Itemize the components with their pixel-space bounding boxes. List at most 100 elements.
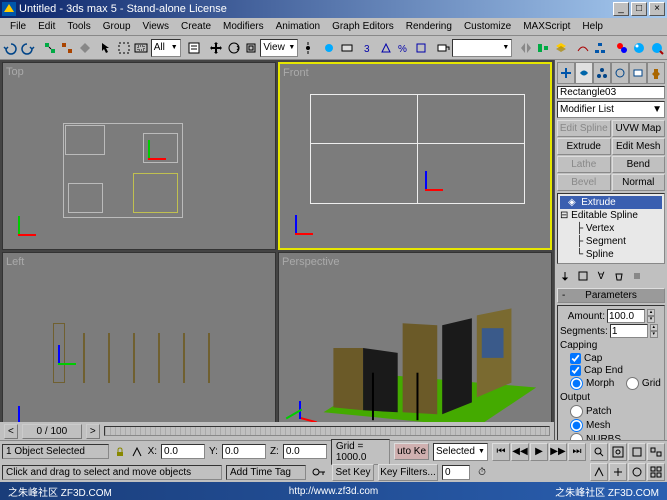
scale-button[interactable] [243, 38, 260, 58]
select-window-button[interactable] [133, 38, 150, 58]
segments-spinner[interactable]: ▴▾ [650, 324, 658, 338]
keymode-dropdown[interactable]: Selected [433, 443, 488, 461]
bend-button[interactable]: Bend [612, 156, 666, 173]
viewport-top[interactable]: Top [2, 62, 276, 250]
menu-animation[interactable]: Animation [270, 20, 326, 33]
pan-button[interactable] [609, 463, 627, 481]
amount-spinner[interactable]: ▴▾ [647, 309, 655, 323]
menu-create[interactable]: Create [175, 20, 217, 33]
play-button[interactable]: ▶ [530, 443, 548, 461]
menu-maxscript[interactable]: MAXScript [517, 20, 576, 33]
modifier-stack[interactable]: ◈ Extrude ⊟ Editable Spline ├ Vertex ├ S… [557, 193, 665, 264]
hierarchy-tab[interactable] [593, 62, 611, 84]
keyfilters-button[interactable]: Key Filters... [378, 464, 438, 481]
undo-button[interactable] [2, 38, 19, 58]
bevel-button[interactable]: Bevel [557, 174, 611, 191]
menu-rendering[interactable]: Rendering [400, 20, 458, 33]
spinner-snap-button[interactable] [413, 38, 430, 58]
zoom-extents-all-button[interactable] [647, 443, 665, 461]
make-unique-button[interactable]: ∀ [593, 268, 609, 284]
menu-customize[interactable]: Customize [458, 20, 517, 33]
ref-coord-dropdown[interactable]: View [260, 39, 298, 57]
segments-field[interactable] [610, 324, 648, 338]
autokey-button[interactable]: uto Ke [394, 443, 429, 460]
display-tab[interactable] [629, 62, 647, 84]
schematic-button[interactable] [592, 38, 609, 58]
amount-field[interactable] [607, 309, 645, 323]
modify-tab[interactable] [575, 62, 593, 84]
menu-tools[interactable]: Tools [61, 20, 96, 33]
normal-button[interactable]: Normal [612, 174, 666, 191]
move-button[interactable] [208, 38, 225, 58]
viewport-front[interactable]: Front [278, 62, 552, 250]
current-frame-field[interactable] [442, 465, 470, 480]
abs-transform-button[interactable] [130, 444, 143, 460]
next-frame-button[interactable]: ▶▶ [549, 443, 567, 461]
bind-button[interactable] [76, 38, 93, 58]
create-tab[interactable] [557, 62, 575, 84]
close-button[interactable]: × [649, 2, 665, 16]
lathe-button[interactable]: Lathe [557, 156, 611, 173]
extrude-button[interactable]: Extrude [557, 138, 611, 155]
editmesh-button[interactable]: Edit Mesh [612, 138, 666, 155]
named-selection-dropdown[interactable] [452, 39, 512, 57]
cap-end-checkbox[interactable] [570, 365, 581, 376]
minimize-button[interactable]: _ [613, 2, 629, 16]
select-region-button[interactable] [116, 38, 133, 58]
remove-modifier-button[interactable] [611, 268, 627, 284]
manipulate-button[interactable] [321, 38, 338, 58]
editspline-button[interactable]: Edit Spline [557, 120, 611, 137]
time-config-button[interactable]: ⏱ [474, 464, 490, 480]
menu-views[interactable]: Views [137, 20, 176, 33]
percent-snap-button[interactable]: % [395, 38, 412, 58]
menu-grapheditors[interactable]: Graph Editors [326, 20, 400, 33]
viewport-perspective[interactable]: Perspective [278, 252, 552, 440]
zoom-extents-button[interactable] [628, 443, 646, 461]
configure-sets-button[interactable] [629, 268, 645, 284]
motion-tab[interactable] [611, 62, 629, 84]
menu-modifiers[interactable]: Modifiers [217, 20, 270, 33]
morph-radio[interactable] [570, 377, 583, 390]
pin-stack-button[interactable] [557, 268, 573, 284]
snap-button[interactable]: 3 [360, 38, 377, 58]
goto-end-button[interactable]: ⏭ [568, 443, 586, 461]
minmax-viewport-button[interactable] [647, 463, 665, 481]
selection-filter-dropdown[interactable]: All [151, 39, 181, 57]
modifier-list-dropdown[interactable]: Modifier List▼ [557, 101, 665, 118]
rotate-button[interactable] [225, 38, 242, 58]
setkey-button[interactable]: Set Key [332, 464, 374, 481]
pivot-button[interactable] [299, 38, 316, 58]
show-result-button[interactable] [575, 268, 591, 284]
patch-radio[interactable] [570, 405, 583, 418]
keyboard-shortcut-button[interactable] [339, 38, 356, 58]
parameters-rollout-header[interactable]: Parameters [557, 288, 665, 303]
grid-radio[interactable] [626, 377, 639, 390]
link-button[interactable] [41, 38, 58, 58]
zoom-all-button[interactable] [609, 443, 627, 461]
maximize-button[interactable]: □ [631, 2, 647, 16]
select-button[interactable] [98, 38, 115, 58]
material-editor-button[interactable] [614, 38, 631, 58]
object-name-field[interactable] [557, 86, 665, 99]
menu-group[interactable]: Group [97, 20, 137, 33]
fov-button[interactable] [590, 463, 608, 481]
y-coord-field[interactable] [222, 444, 266, 459]
unlink-button[interactable] [59, 38, 76, 58]
menu-file[interactable]: File [4, 20, 32, 33]
render-scene-button[interactable] [631, 38, 648, 58]
angle-snap-button[interactable] [378, 38, 395, 58]
curve-editor-button[interactable] [574, 38, 591, 58]
named-selection-button[interactable] [435, 38, 452, 58]
mirror-button[interactable] [518, 38, 535, 58]
time-tag[interactable]: Add Time Tag [226, 465, 306, 480]
redo-button[interactable] [20, 38, 37, 58]
select-by-name-button[interactable] [186, 38, 203, 58]
menu-help[interactable]: Help [576, 20, 609, 33]
prev-frame-button[interactable]: ◀◀ [511, 443, 529, 461]
zoom-button[interactable] [590, 443, 608, 461]
cap-start-checkbox[interactable] [570, 353, 581, 364]
quick-render-button[interactable] [649, 38, 666, 58]
uvwmap-button[interactable]: UVW Map [612, 120, 666, 137]
layers-button[interactable] [553, 38, 570, 58]
x-coord-field[interactable] [161, 444, 205, 459]
